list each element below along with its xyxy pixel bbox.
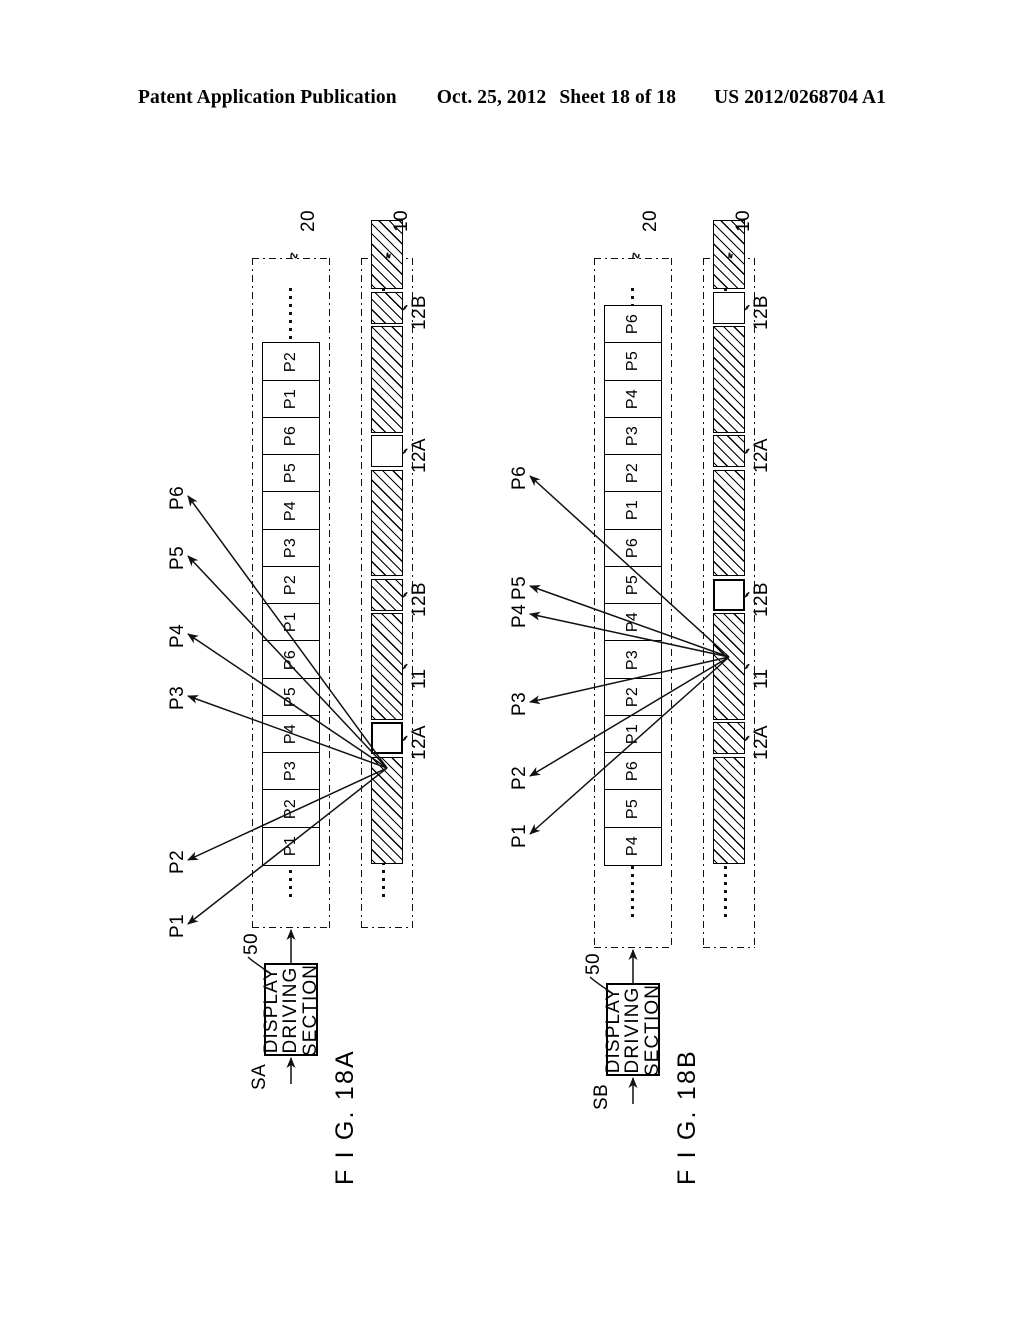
display-cell-label: P5 xyxy=(623,574,641,596)
barrier-reference-label: 12B xyxy=(751,581,772,617)
display-cell: P2 xyxy=(605,678,661,716)
display-cell: P3 xyxy=(605,641,661,679)
display-cell-label: P6 xyxy=(623,537,641,558)
barrier-aperture-segment xyxy=(713,578,745,611)
display-cell: P2 xyxy=(605,455,661,493)
display-cell-label: P4 xyxy=(623,836,641,857)
display-cell: P1 xyxy=(605,715,661,754)
display-cell-label: P6 xyxy=(623,761,641,782)
barrier-shield-segment xyxy=(713,756,745,864)
display-cell: P6 xyxy=(605,529,661,567)
barrier-aperture-segment xyxy=(713,722,745,755)
barrier-reference-label: 12B xyxy=(751,294,772,330)
display-cell-label: P1 xyxy=(623,723,641,745)
display-cell-label: P3 xyxy=(623,649,641,670)
barrier-bar xyxy=(713,219,745,866)
driving-section-reference: 50 xyxy=(583,953,604,975)
display-cell: P5 xyxy=(605,790,661,828)
display-cell: P5 xyxy=(605,343,661,381)
display-cell-label: P6 xyxy=(623,314,641,335)
display-cell-label: P2 xyxy=(623,686,641,707)
barrier-shield-segment xyxy=(713,613,745,720)
display-cell-label: P3 xyxy=(623,425,641,447)
callout-label-p6: P6 xyxy=(509,465,530,490)
ellipsis-dots xyxy=(631,866,634,918)
barrier-aperture-segment xyxy=(713,435,745,468)
callout-label-p4: P4 xyxy=(509,603,530,628)
barrier-reference-label: 12A xyxy=(751,438,772,474)
driving-section-text-line: SECTION xyxy=(641,983,663,1076)
display-cell-label: P4 xyxy=(623,612,641,633)
barrier-reference-label: 12A xyxy=(751,725,772,761)
callout-label-p3: P3 xyxy=(509,691,530,716)
figure-leader-lines xyxy=(529,252,733,1104)
barrier-aperture-segment xyxy=(713,291,745,324)
display-cell: P6 xyxy=(605,306,661,344)
driving-section-text-line: DISPLAY xyxy=(602,986,624,1073)
display-cell: P4 xyxy=(605,380,661,418)
barrier-shield-segment xyxy=(713,326,745,433)
callout-label-p5: P5 xyxy=(509,575,530,600)
display-cell: P3 xyxy=(605,417,661,456)
patent-figure-canvas: P1 P2 P3 P4 P5 P6 P1 P2 P3 P4 P5 P6 P1 P2 20 10 P1 P2 P3 P4… xyxy=(0,0,1024,1320)
display-panel-reference: 20 xyxy=(640,210,661,232)
display-driving-section-label: DISPLAY DRIVING SECTION xyxy=(602,983,663,1076)
callout-label-p1: P1 xyxy=(509,823,530,848)
display-cell: P6 xyxy=(605,753,661,791)
barrier-panel-reference: 10 xyxy=(733,210,754,232)
display-cell-label: P5 xyxy=(623,798,641,819)
display-cell: P4 xyxy=(605,827,661,865)
display-cell-label: P5 xyxy=(623,351,641,372)
display-cell-label: P1 xyxy=(623,500,641,521)
barrier-shield-segment xyxy=(713,469,745,577)
input-signal-label: SB xyxy=(591,1083,612,1110)
display-cell: P4 xyxy=(605,604,661,642)
display-cell-label: P2 xyxy=(623,463,641,484)
display-cell: P5 xyxy=(605,566,661,605)
figure-fig-18b: P4 P5 P6 P1 P2 P3 P4 P5 P6 P1 P2 P3 P4 P5 P6 20 10 P1 P2 P3… xyxy=(0,0,1024,1320)
display-cell: P1 xyxy=(605,492,661,530)
display-driving-section: DISPLAY DRIVING SECTION xyxy=(602,983,663,1076)
display-cell-label: P4 xyxy=(623,388,641,409)
ellipsis-dots xyxy=(724,866,727,918)
barrier-reference-label: 11 xyxy=(751,668,772,689)
display-cell-row: P4 P5 P6 P1 P2 P3 P4 P5 P6 P1 P2 P3 P4 P5 P6 xyxy=(604,305,662,866)
callout-label-p2: P2 xyxy=(509,765,530,790)
figure-name-label: F I G. 18B xyxy=(673,1049,701,1185)
driving-section-text-line: DRIVING xyxy=(622,986,644,1073)
